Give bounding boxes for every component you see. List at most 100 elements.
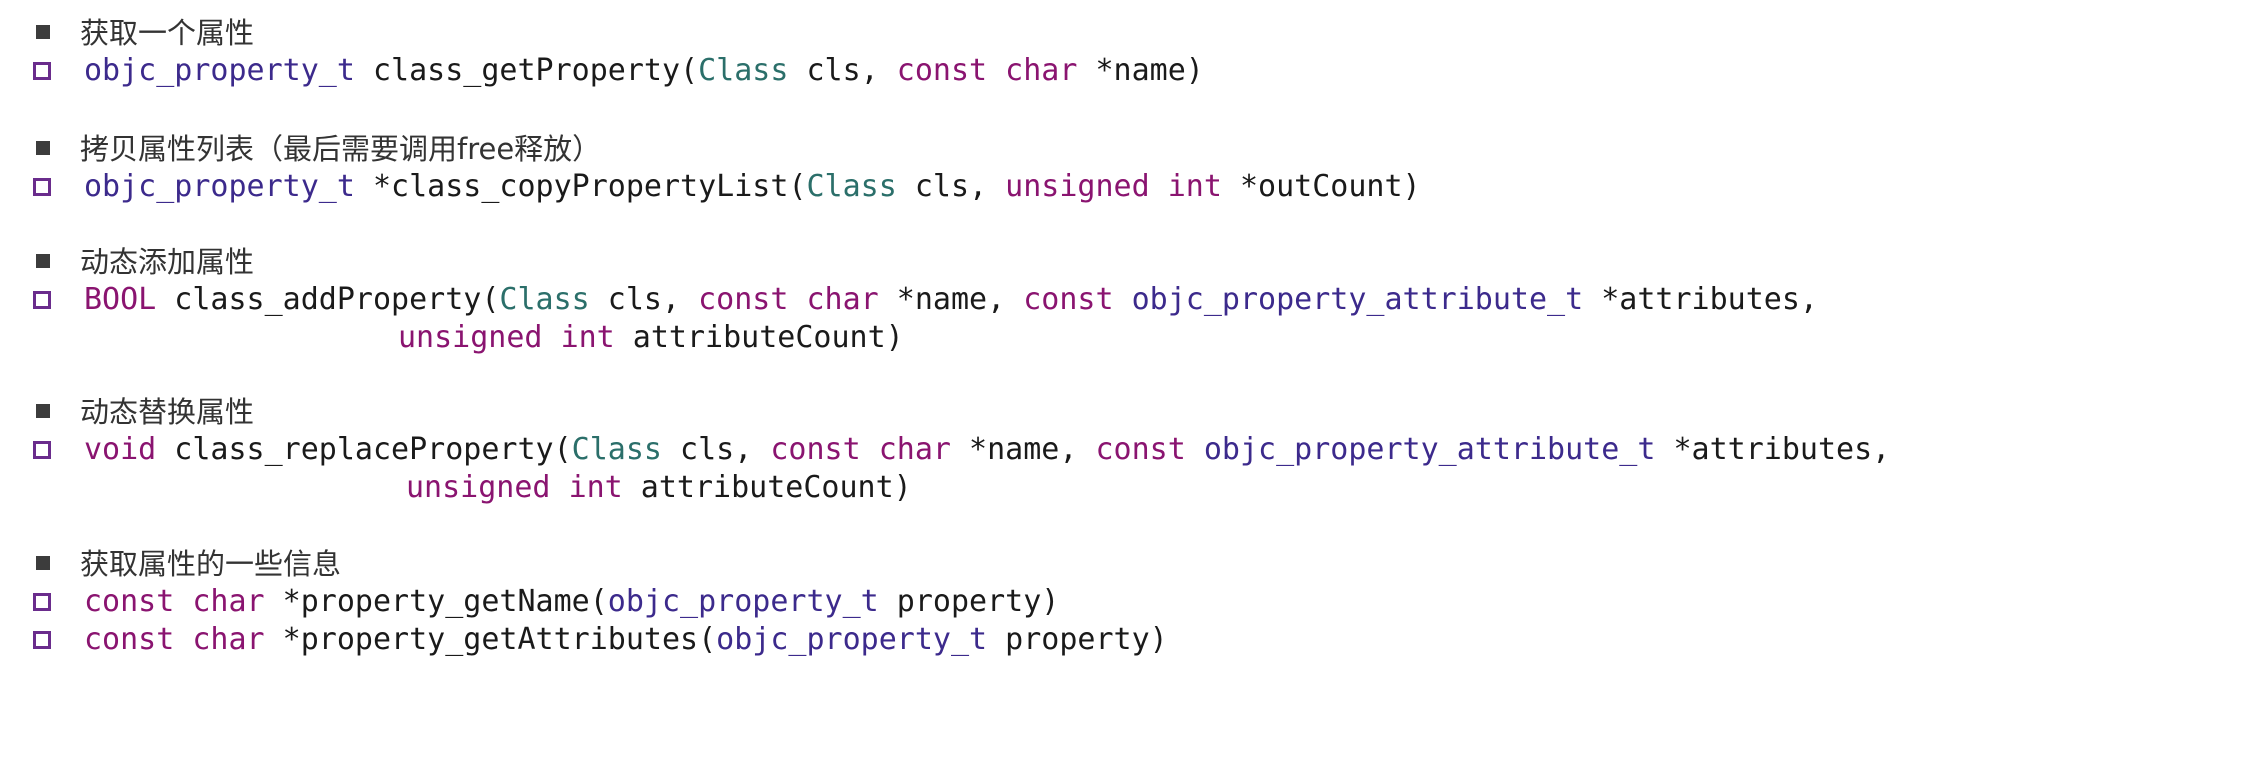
code-token: objc_property_attribute_t: [1131, 282, 1584, 317]
code-token: *outCount): [1221, 169, 1421, 204]
code-token: int: [568, 470, 623, 505]
code-token: *attributes,: [1655, 432, 1891, 467]
section-title: 动态添加属性: [80, 245, 255, 279]
code-line: objc_property_t *class_copyPropertyList(…: [28, 168, 1421, 206]
code-text: unsigned int attributeCount): [398, 319, 904, 357]
code-continuation-line: unsigned int attributeCount): [28, 319, 904, 357]
code-token: class_replaceProperty(: [156, 432, 572, 467]
code-token: const: [770, 432, 861, 467]
section-heading: 动态添加属性: [28, 243, 254, 281]
code-token: unsigned: [398, 320, 543, 355]
code-token: const: [698, 282, 789, 317]
code-token: attributeCount): [614, 320, 904, 355]
code-token: property): [878, 584, 1060, 619]
code-token: unsigned: [406, 470, 551, 505]
code-token: unsigned: [1005, 169, 1150, 204]
slide-page: 获取一个属性 objc_property_t class_getProperty…: [0, 0, 2260, 716]
code-token: objc_property_attribute_t: [1203, 432, 1656, 467]
code-token: *name,: [878, 282, 1024, 317]
filled-square-bullet-icon: [36, 404, 50, 418]
code-token: Class: [571, 432, 662, 467]
code-token: BOOL: [84, 282, 157, 317]
code-text: const char *property_getAttributes(objc_…: [84, 621, 1168, 659]
code-token: *class_copyPropertyList(: [354, 169, 807, 204]
hollow-square-bullet-icon: [33, 593, 51, 611]
code-text: objc_property_t class_getProperty(Class …: [84, 52, 1204, 90]
section-title: 获取一个属性: [80, 16, 255, 50]
code-token: int: [1167, 169, 1222, 204]
section-add-property: 动态添加属性 BOOL class_addProperty(Class cls,…: [28, 243, 1818, 357]
code-text: unsigned int attributeCount): [406, 469, 912, 507]
section-title: 拷贝属性列表（最后需要调用free释放）: [80, 132, 602, 166]
code-text: BOOL class_addProperty(Class cls, const …: [84, 281, 1818, 319]
code-line: void class_replaceProperty(Class cls, co…: [28, 431, 1890, 469]
code-text: void class_replaceProperty(Class cls, co…: [84, 431, 1890, 469]
code-token: *name,: [950, 432, 1096, 467]
section-title: 获取属性的一些信息: [80, 547, 342, 581]
code-token: int: [560, 320, 615, 355]
code-token: *attributes,: [1583, 282, 1818, 317]
code-line: const char *property_getName(objc_proper…: [28, 583, 1059, 621]
filled-square-bullet-icon: [36, 556, 50, 570]
section-title: 动态替换属性: [80, 395, 255, 429]
code-token: const: [1095, 432, 1186, 467]
code-token: property): [987, 622, 1168, 657]
code-token: char: [806, 282, 879, 317]
filled-square-bullet-icon: [36, 141, 50, 155]
section-copy-property-list: 拷贝属性列表（最后需要调用free释放） objc_property_t *cl…: [28, 130, 1421, 206]
code-token: Class: [806, 169, 897, 204]
code-text: const char *property_getName(objc_proper…: [84, 583, 1059, 621]
code-token: const: [896, 53, 988, 88]
code-token: objc_property_t: [716, 622, 988, 657]
filled-square-bullet-icon: [36, 254, 50, 268]
code-token: char: [1005, 53, 1078, 88]
code-line: objc_property_t class_getProperty(Class …: [28, 52, 1204, 90]
section-property-info: 获取属性的一些信息 const char *property_getName(o…: [28, 545, 1168, 659]
code-token: const: [84, 584, 175, 619]
code-token: *property_getName(: [264, 584, 608, 619]
code-token: Class: [698, 53, 789, 88]
code-token: objc_property_t: [84, 53, 355, 88]
code-token: class_getProperty(: [354, 53, 699, 88]
code-token: char: [192, 584, 265, 619]
code-line: BOOL class_addProperty(Class cls, const …: [28, 281, 1818, 319]
code-token: cls,: [788, 53, 897, 88]
hollow-square-bullet-icon: [33, 62, 51, 80]
hollow-square-bullet-icon: [33, 631, 51, 649]
code-token: cls,: [589, 282, 699, 317]
code-token: *property_getAttributes(: [264, 622, 717, 657]
code-token: Class: [499, 282, 590, 317]
code-token: char: [878, 432, 951, 467]
code-token: char: [192, 622, 265, 657]
code-token: objc_property_t: [607, 584, 879, 619]
hollow-square-bullet-icon: [33, 178, 51, 196]
section-replace-property: 动态替换属性 void class_replaceProperty(Class …: [28, 393, 1890, 507]
code-token: objc_property_t: [84, 169, 355, 204]
section-heading: 拷贝属性列表（最后需要调用free释放）: [28, 130, 601, 168]
hollow-square-bullet-icon: [33, 441, 51, 459]
code-text: objc_property_t *class_copyPropertyList(…: [84, 168, 1421, 206]
code-continuation-line: unsigned int attributeCount): [28, 469, 912, 507]
section-heading: 获取属性的一些信息: [28, 545, 341, 583]
code-token: void: [84, 432, 157, 467]
filled-square-bullet-icon: [36, 25, 50, 39]
code-line: const char *property_getAttributes(objc_…: [28, 621, 1168, 659]
code-token: cls,: [896, 169, 1006, 204]
code-token: *name): [1077, 53, 1204, 88]
section-heading: 获取一个属性: [28, 14, 254, 52]
code-token: cls,: [661, 432, 771, 467]
code-token: const: [1023, 282, 1114, 317]
section-get-property: 获取一个属性 objc_property_t class_getProperty…: [28, 14, 1204, 90]
code-token: const: [84, 622, 175, 657]
section-heading: 动态替换属性: [28, 393, 254, 431]
